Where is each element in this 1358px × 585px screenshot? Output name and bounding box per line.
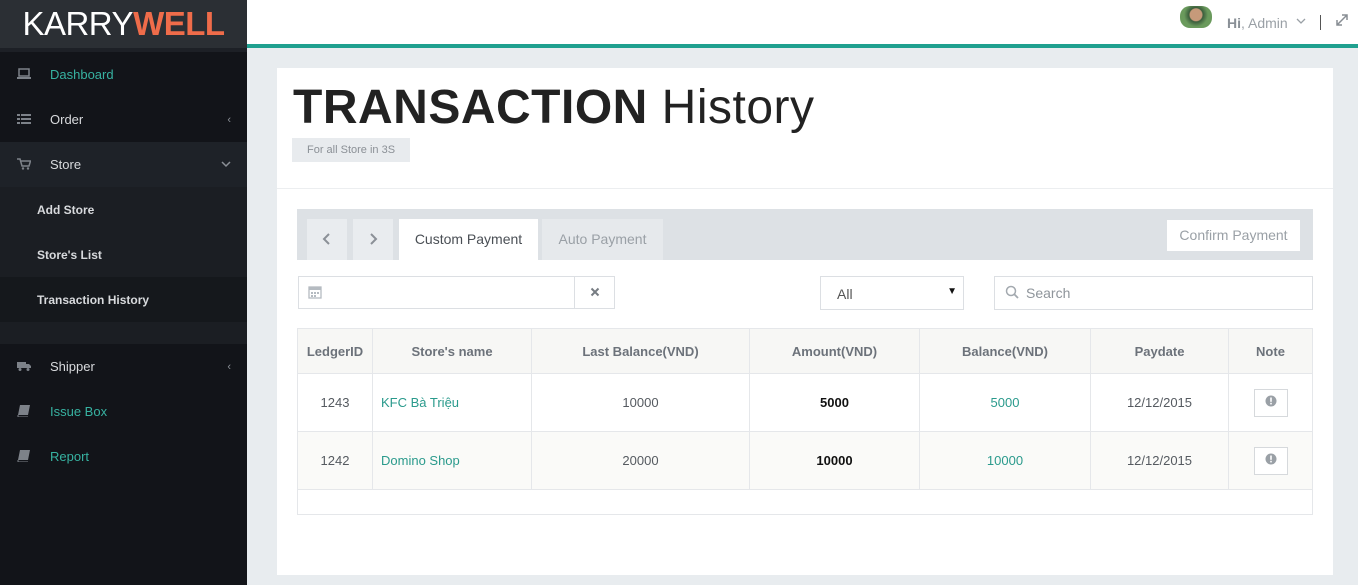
sidebar-item-label: Issue Box	[50, 404, 108, 419]
note-button[interactable]	[1253, 446, 1288, 475]
table-row: 1242 Domino Shop 20000 10000 10000 12/12…	[297, 431, 1313, 490]
submenu-item-stores-list[interactable]: Store's List	[0, 232, 247, 277]
table-header-row: LedgerID Store's name Last Balance(VND) …	[297, 328, 1313, 374]
info-icon	[1265, 453, 1276, 464]
cell-amount: 10000	[749, 431, 920, 490]
col-ledger-id[interactable]: LedgerID	[297, 328, 373, 374]
table-row: 1243 KFC Bà Triệu 10000 5000 5000 12/12/…	[297, 373, 1313, 432]
submenu-spacer	[0, 322, 247, 344]
col-paydate[interactable]: Paydate	[1090, 328, 1229, 374]
date-field[interactable]	[298, 276, 615, 309]
col-balance[interactable]: Balance(VND)	[919, 328, 1091, 374]
cell-ledger-id: 1242	[297, 431, 373, 490]
avatar[interactable]	[1180, 6, 1212, 28]
col-store-name[interactable]: Store's name	[372, 328, 532, 374]
sidebar-item-issue-box[interactable]: Issue Box	[0, 389, 247, 434]
empty-cell	[297, 489, 1313, 515]
top-bar: Hi, Admin	[247, 0, 1358, 48]
sidebar-item-label: Shipper	[50, 359, 95, 374]
sidebar-item-label: Order	[50, 112, 84, 127]
chevron-down-icon	[221, 159, 231, 171]
cell-balance: 5000	[919, 373, 1091, 432]
cell-last-balance: 10000	[531, 373, 750, 432]
transactions-table: LedgerID Store's name Last Balance(VND) …	[297, 328, 1313, 515]
note-button[interactable]	[1253, 388, 1288, 417]
brand-logo[interactable]: KARRY WELL	[0, 0, 247, 48]
expand-icon[interactable]	[1336, 13, 1348, 29]
sidebar-item-label: Dashboard	[50, 67, 114, 82]
chevron-left-icon: ‹	[227, 360, 231, 373]
cell-note	[1228, 431, 1313, 490]
book-icon	[17, 405, 31, 418]
search-icon	[1005, 285, 1019, 302]
greeting-user: , Admin	[1241, 15, 1288, 31]
clear-date-button[interactable]	[574, 277, 614, 308]
submenu-item-add-store[interactable]: Add Store	[0, 187, 247, 232]
cell-ledger-id: 1243	[297, 373, 373, 432]
close-icon	[590, 287, 599, 297]
sidebar-item-store[interactable]: Store	[0, 142, 247, 187]
col-amount[interactable]: Amount(VND)	[749, 328, 920, 374]
divider	[277, 188, 1333, 189]
cell-store-name[interactable]: Domino Shop	[372, 431, 532, 490]
cell-paydate: 12/12/2015	[1090, 431, 1229, 490]
confirm-payment-button[interactable]: Confirm Payment	[1167, 220, 1300, 251]
greeting-hi: Hi	[1227, 15, 1241, 31]
brand-part1: KARRY	[22, 5, 134, 42]
laptop-icon	[17, 68, 31, 80]
sidebar: KARRY WELL Dashboard Order ‹ Store Add St…	[0, 0, 247, 585]
calendar-icon	[308, 285, 322, 302]
truck-icon	[17, 360, 31, 372]
book-icon	[17, 450, 31, 463]
chevron-right-icon	[370, 233, 378, 245]
tab-auto-payment[interactable]: Auto Payment	[542, 219, 663, 260]
cell-amount: 5000	[749, 373, 920, 432]
page-title: TRANSACTION History	[293, 80, 815, 135]
sidebar-item-order[interactable]: Order ‹	[0, 97, 247, 142]
sidebar-item-dashboard[interactable]: Dashboard	[0, 52, 247, 97]
chevron-down-icon[interactable]	[1296, 14, 1306, 28]
cell-store-name[interactable]: KFC Bà Triệu	[372, 373, 532, 432]
store-submenu: Add Store Store's List Transaction Histo…	[0, 187, 247, 344]
user-menu[interactable]: Hi, Admin	[1227, 15, 1288, 31]
tab-custom-payment[interactable]: Custom Payment	[399, 219, 538, 260]
search-box	[994, 276, 1313, 310]
cell-last-balance: 20000	[531, 431, 750, 490]
col-note: Note	[1228, 328, 1313, 374]
prev-button[interactable]	[307, 219, 347, 260]
cell-balance: 10000	[919, 431, 1091, 490]
cell-note	[1228, 373, 1313, 432]
divider	[1320, 15, 1321, 30]
sidebar-item-report[interactable]: Report	[0, 434, 247, 479]
chevron-left-icon	[322, 233, 330, 245]
page-subtitle: For all Store in 3S	[292, 138, 411, 162]
select-value: All	[837, 286, 853, 302]
col-last-balance[interactable]: Last Balance(VND)	[531, 328, 750, 374]
sidebar-item-label: Report	[50, 449, 90, 464]
page-title-bold: TRANSACTION	[293, 81, 648, 134]
sidebar-item-shipper[interactable]: Shipper ‹	[0, 344, 247, 389]
next-button[interactable]	[353, 219, 393, 260]
page-title-light: History	[661, 81, 815, 134]
cell-paydate: 12/12/2015	[1090, 373, 1229, 432]
cart-icon	[17, 158, 32, 170]
submenu-item-transaction-history[interactable]: Transaction History	[0, 277, 247, 322]
status-select[interactable]: All ▼	[820, 276, 964, 310]
list-icon	[17, 113, 31, 125]
caret-down-icon: ▼	[947, 286, 957, 297]
search-input[interactable]	[1026, 283, 1296, 303]
main-card: TRANSACTION History For all Store in 3S …	[277, 68, 1333, 575]
sidebar-item-label: Store	[50, 157, 82, 172]
brand-part2: WELL	[133, 5, 225, 42]
chevron-left-icon: ‹	[227, 113, 231, 126]
info-icon	[1265, 395, 1276, 406]
tab-bar: Custom Payment Auto Payment Confirm Paym…	[297, 209, 1313, 260]
table-empty-row	[297, 489, 1313, 515]
